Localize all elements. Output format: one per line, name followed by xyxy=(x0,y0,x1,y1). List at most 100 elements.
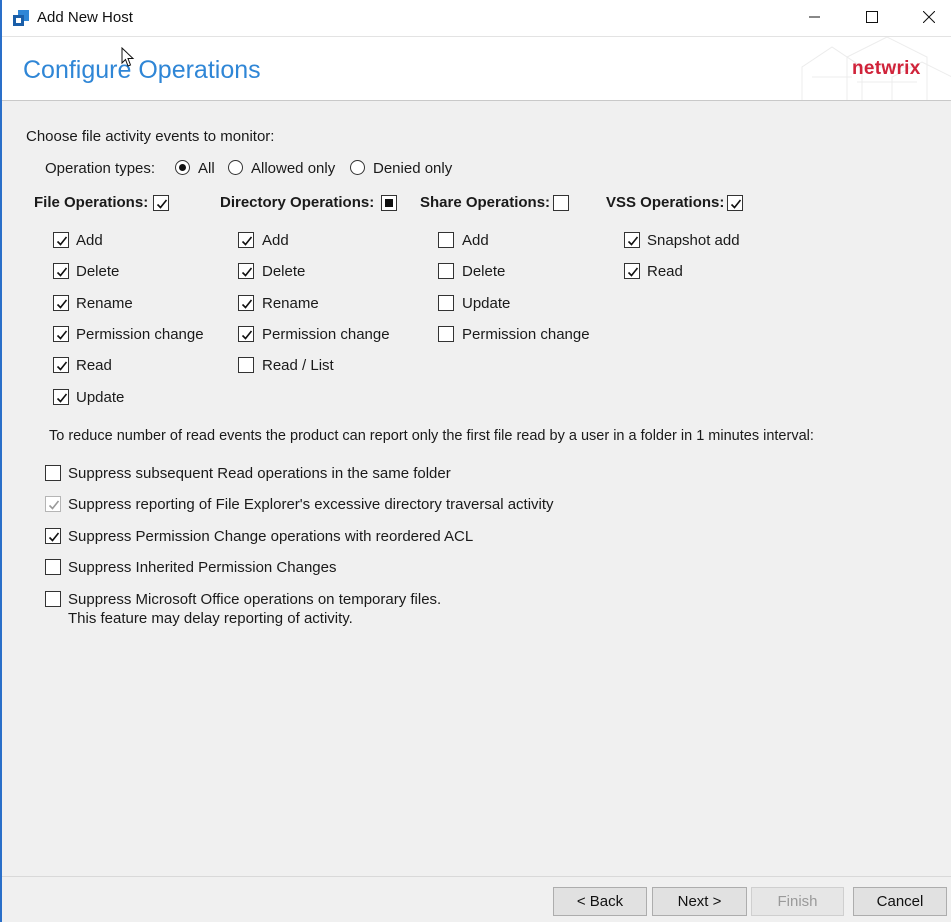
file-add-label[interactable]: Add xyxy=(76,232,103,249)
share-delete-label[interactable]: Delete xyxy=(462,263,505,280)
minimize-icon xyxy=(809,16,820,18)
suppress-subsequent-read-checkbox[interactable] xyxy=(45,465,61,481)
operation-types-label: Operation types: xyxy=(45,160,156,177)
back-button[interactable]: < Back xyxy=(553,887,647,916)
share-operations-checkbox[interactable] xyxy=(553,195,569,211)
checkmark-icon xyxy=(627,236,639,246)
file-rename-checkbox[interactable] xyxy=(53,295,69,311)
checkmark-icon xyxy=(730,199,742,209)
read-events-note: To reduce number of read events the prod… xyxy=(49,428,814,444)
checkmark-icon xyxy=(241,299,253,309)
mouse-cursor-icon xyxy=(121,47,135,67)
directory-rename-label[interactable]: Rename xyxy=(262,295,319,312)
file-permission-change-checkbox[interactable] xyxy=(53,326,69,342)
checkmark-icon xyxy=(241,236,253,246)
share-add-label[interactable]: Add xyxy=(462,232,489,249)
minimize-button[interactable] xyxy=(786,0,844,34)
add-new-host-window: Add New Host Configure Operations netwri… xyxy=(0,0,951,922)
checkmark-icon xyxy=(156,199,168,209)
directory-delete-checkbox[interactable] xyxy=(238,263,254,279)
suppress-explorer-traversal-label[interactable]: Suppress reporting of File Explorer's ex… xyxy=(68,496,554,513)
checkmark-icon xyxy=(48,532,60,542)
suppress-explorer-traversal-checkbox[interactable] xyxy=(45,496,61,512)
maximize-button[interactable] xyxy=(843,0,901,34)
checkmark-icon xyxy=(241,267,253,277)
radio-allowed-only-label[interactable]: Allowed only xyxy=(251,160,335,177)
indeterminate-square-icon xyxy=(385,199,393,207)
suppress-office-temp-sublabel: This feature may delay reporting of acti… xyxy=(68,610,353,627)
file-operations-label: File Operations: xyxy=(34,194,149,211)
checkmark-icon xyxy=(56,299,68,309)
share-update-label[interactable]: Update xyxy=(462,295,510,312)
directory-read-list-checkbox[interactable] xyxy=(238,357,254,373)
suppress-reordered-acl-checkbox[interactable] xyxy=(45,528,61,544)
cancel-button[interactable]: Cancel xyxy=(853,887,947,916)
checkmark-icon xyxy=(56,236,68,246)
directory-read-list-label[interactable]: Read / List xyxy=(262,357,334,374)
vss-read-label[interactable]: Read xyxy=(647,263,683,280)
finish-button[interactable]: Finish xyxy=(751,887,844,916)
close-icon xyxy=(923,11,935,23)
file-read-label[interactable]: Read xyxy=(76,357,112,374)
suppress-inherited-permission-label[interactable]: Suppress Inherited Permission Changes xyxy=(68,559,336,576)
radio-selected-dot xyxy=(179,164,186,171)
file-update-checkbox[interactable] xyxy=(53,389,69,405)
app-icon xyxy=(12,9,30,27)
maximize-icon xyxy=(866,11,878,23)
radio-allowed-only[interactable] xyxy=(228,160,243,175)
share-update-checkbox[interactable] xyxy=(438,295,454,311)
wizard-footer: < Back Next > Finish Cancel xyxy=(2,876,951,922)
directory-delete-label[interactable]: Delete xyxy=(262,263,305,280)
radio-denied-only[interactable] xyxy=(350,160,365,175)
file-add-checkbox[interactable] xyxy=(53,232,69,248)
directory-permission-change-checkbox[interactable] xyxy=(238,326,254,342)
file-delete-checkbox[interactable] xyxy=(53,263,69,279)
vss-operations-label: VSS Operations: xyxy=(606,194,725,211)
radio-all-label[interactable]: All xyxy=(198,160,215,177)
vss-snapshot-add-label[interactable]: Snapshot add xyxy=(647,232,740,249)
file-read-checkbox[interactable] xyxy=(53,357,69,373)
suppress-inherited-permission-checkbox[interactable] xyxy=(45,559,61,575)
directory-rename-checkbox[interactable] xyxy=(238,295,254,311)
file-operations-checkbox[interactable] xyxy=(153,195,169,211)
share-operations-label: Share Operations: xyxy=(420,194,551,211)
directory-operations-checkbox[interactable] xyxy=(381,195,397,211)
checkmark-icon xyxy=(56,393,68,403)
radio-all[interactable] xyxy=(175,160,190,175)
suppress-office-temp-label[interactable]: Suppress Microsoft Office operations on … xyxy=(68,591,441,608)
directory-operations-label: Directory Operations: xyxy=(220,194,375,211)
directory-add-label[interactable]: Add xyxy=(262,232,289,249)
file-rename-label[interactable]: Rename xyxy=(76,295,133,312)
vss-operations-checkbox[interactable] xyxy=(727,195,743,211)
file-permission-change-label[interactable]: Permission change xyxy=(76,326,204,343)
share-permission-change-label[interactable]: Permission change xyxy=(462,326,590,343)
checkmark-icon xyxy=(56,361,68,371)
vss-snapshot-add-checkbox[interactable] xyxy=(624,232,640,248)
checkmark-icon xyxy=(48,500,60,510)
radio-denied-only-label[interactable]: Denied only xyxy=(373,160,452,177)
close-button[interactable] xyxy=(900,0,951,34)
vss-read-checkbox[interactable] xyxy=(624,263,640,279)
checkmark-icon xyxy=(627,267,639,277)
suppress-reordered-acl-label[interactable]: Suppress Permission Change operations wi… xyxy=(68,528,473,545)
next-button[interactable]: Next > xyxy=(652,887,747,916)
file-delete-label[interactable]: Delete xyxy=(76,263,119,280)
directory-add-checkbox[interactable] xyxy=(238,232,254,248)
share-permission-change-checkbox[interactable] xyxy=(438,326,454,342)
suppress-subsequent-read-label[interactable]: Suppress subsequent Read operations in t… xyxy=(68,465,451,482)
title-bar[interactable]: Add New Host xyxy=(2,0,951,36)
page-title: Configure Operations xyxy=(23,56,261,84)
window-title: Add New Host xyxy=(37,9,133,26)
checkmark-icon xyxy=(56,267,68,277)
wizard-header: Configure Operations netwrix xyxy=(2,36,951,101)
operations-panel: Choose file activity events to monitor: … xyxy=(2,101,951,876)
prompt-label: Choose file activity events to monitor: xyxy=(26,128,275,145)
share-delete-checkbox[interactable] xyxy=(438,263,454,279)
file-update-label[interactable]: Update xyxy=(76,389,124,406)
share-add-checkbox[interactable] xyxy=(438,232,454,248)
directory-permission-change-label[interactable]: Permission change xyxy=(262,326,390,343)
checkmark-icon xyxy=(56,330,68,340)
suppress-office-temp-checkbox[interactable] xyxy=(45,591,61,607)
netwrix-logo: netwrix xyxy=(852,58,921,79)
checkmark-icon xyxy=(241,330,253,340)
